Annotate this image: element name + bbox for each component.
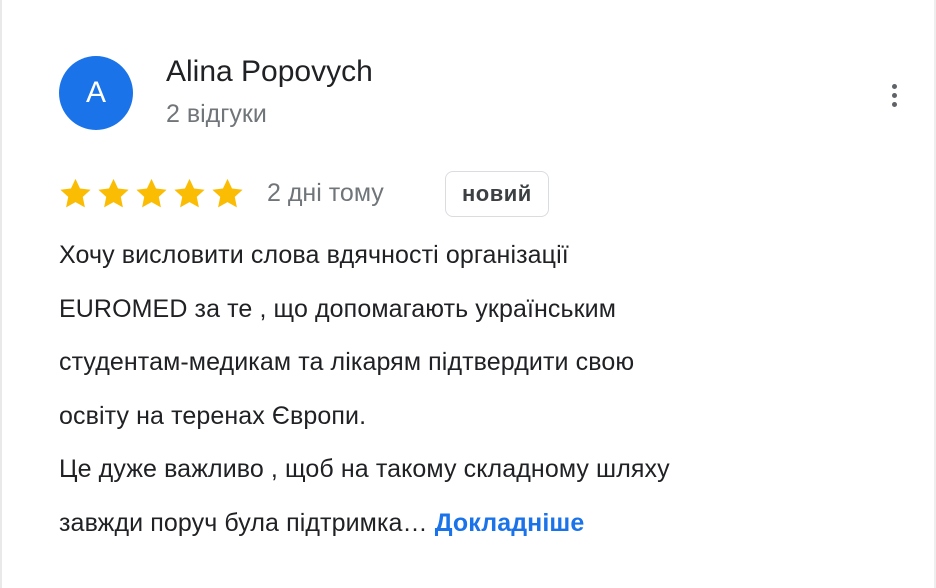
avatar[interactable]: A [59, 56, 133, 130]
review-date: 2 дні тому [267, 179, 384, 207]
review-text-last: завжди поруч була підтримка… [59, 508, 428, 537]
review-text-line: EUROMED за те , що допомагають українськ… [59, 294, 617, 323]
star-icon [136, 178, 167, 208]
star-icon [60, 178, 91, 208]
more-vert-icon-dot [891, 101, 897, 107]
more-options-button[interactable] [874, 76, 914, 114]
star-icon [212, 178, 243, 208]
review-text: Хочу висловити слова вдячності організац… [59, 229, 919, 550]
more-vert-icon [891, 83, 897, 89]
star-rating [57, 175, 246, 212]
author-name[interactable]: Alina Popovych [166, 55, 373, 89]
review-text-line: освіту на теренах Європи. [59, 401, 367, 430]
review-card: A Alina Popovych 2 відгуки 2 дні тому но… [0, 0, 936, 588]
read-more-link[interactable]: Докладніше [435, 509, 585, 537]
star-icon [174, 178, 205, 208]
review-text-line: Хочу висловити слова вдячності організац… [59, 241, 569, 269]
review-text-line: завжди поруч була підтримка… Докладніше [59, 497, 919, 551]
review-text-line: студентам-медикам та лікарям підтвердити… [59, 348, 635, 376]
more-vert-icon-dot [891, 92, 897, 98]
author-reviews-count[interactable]: 2 відгуки [166, 100, 267, 129]
review-text-line: Це дуже важливо , щоб на такому складном… [59, 455, 670, 483]
star-icon [98, 178, 129, 208]
new-badge: новий [445, 171, 549, 217]
